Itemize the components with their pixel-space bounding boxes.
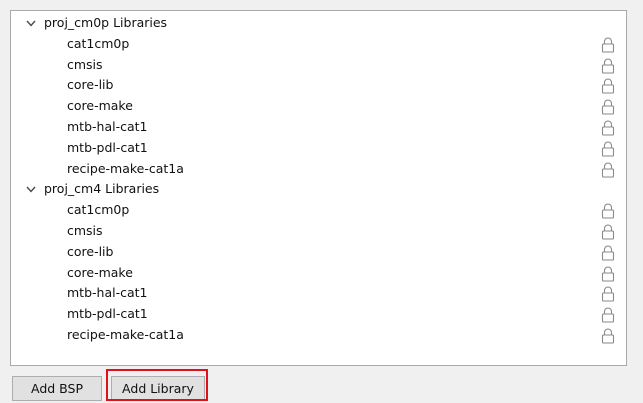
lock-icon [601, 203, 615, 219]
library-item[interactable]: mtb-pdl-cat1 [11, 304, 626, 325]
library-item[interactable]: cmsis [11, 221, 626, 242]
library-item[interactable]: cat1cm0p [11, 200, 626, 221]
library-item[interactable]: cmsis [11, 55, 626, 76]
library-label: mtb-pdl-cat1 [67, 306, 148, 322]
tree-group-label: proj_cm4 Libraries [44, 181, 160, 197]
lock-icon [601, 120, 615, 136]
library-item[interactable]: mtb-hal-cat1 [11, 283, 626, 304]
lock-icon [601, 58, 615, 74]
lock-icon [601, 99, 615, 115]
library-label: cat1cm0p [67, 202, 130, 218]
library-item[interactable]: core-make [11, 96, 626, 117]
lock-icon [601, 307, 615, 323]
library-label: recipe-make-cat1a [67, 326, 184, 342]
lock-icon [601, 266, 615, 282]
add-bsp-button[interactable]: Add BSP [12, 376, 102, 401]
lock-icon [601, 224, 615, 240]
library-label: core-lib [67, 243, 114, 259]
tree-group-header[interactable]: proj_cm0p Libraries [11, 13, 626, 34]
library-item[interactable]: recipe-make-cat1a [11, 325, 626, 346]
library-label: mtb-hal-cat1 [67, 118, 148, 134]
lock-icon [601, 141, 615, 157]
library-item[interactable]: recipe-make-cat1a [11, 159, 626, 180]
library-tree[interactable]: proj_cm0p Libraries cat1cm0p cmsis core-lib… [11, 13, 626, 365]
lock-icon [601, 78, 615, 94]
library-item[interactable]: cat1cm0p [11, 34, 626, 55]
library-item[interactable]: core-lib [11, 242, 626, 263]
library-item[interactable]: core-make [11, 263, 626, 284]
chevron-down-icon[interactable] [25, 13, 37, 34]
library-label: cmsis [67, 222, 103, 238]
add-library-button[interactable]: Add Library [111, 376, 205, 401]
library-tree-panel: proj_cm0p Libraries cat1cm0p cmsis core-lib… [10, 10, 627, 366]
library-label: cat1cm0p [67, 35, 130, 51]
library-label: core-make [67, 98, 133, 114]
tree-group-label: proj_cm0p Libraries [44, 15, 168, 30]
library-label: mtb-pdl-cat1 [67, 139, 148, 155]
lock-icon [601, 245, 615, 261]
library-label: cmsis [67, 56, 103, 72]
library-label: mtb-hal-cat1 [67, 285, 148, 301]
library-item[interactable]: mtb-hal-cat1 [11, 117, 626, 138]
lock-icon [601, 286, 615, 302]
library-label: core-make [67, 264, 133, 280]
library-item[interactable]: mtb-pdl-cat1 [11, 138, 626, 159]
library-label: recipe-make-cat1a [67, 160, 184, 176]
lock-icon [601, 37, 615, 53]
library-label: core-lib [67, 77, 114, 93]
chevron-down-icon[interactable] [25, 179, 37, 200]
tree-group-header[interactable]: proj_cm4 Libraries [11, 179, 626, 200]
lock-icon [601, 328, 615, 344]
lock-icon [601, 162, 615, 178]
library-item[interactable]: core-lib [11, 75, 626, 96]
